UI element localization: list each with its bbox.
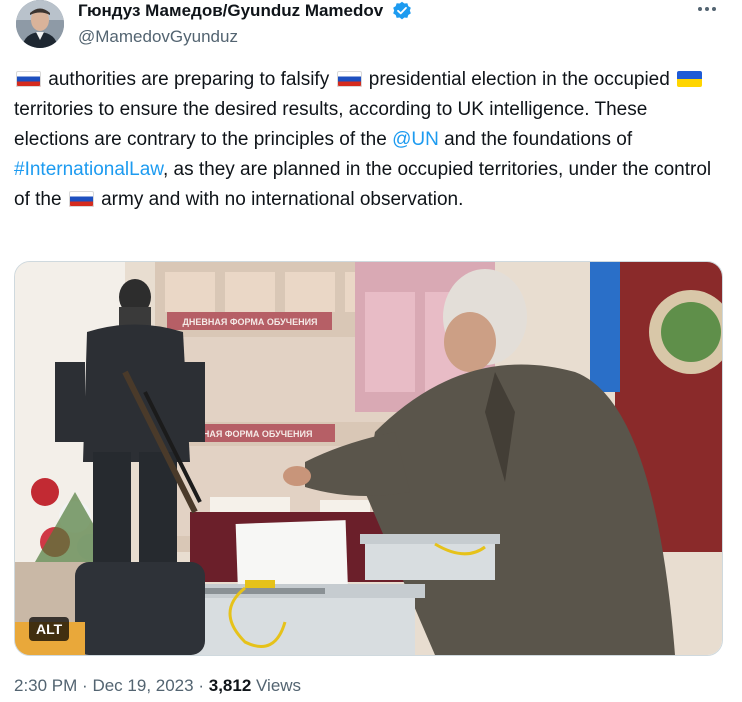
more-horizontal-icon[interactable]	[692, 0, 722, 24]
tweet-text-segment: presidential election in the occupied	[363, 69, 676, 90]
sign-top-text: ДНЕВНАЯ ФОРМА ОБУЧЕНИЯ	[182, 317, 317, 327]
tweet-meta: 2:30 PM · Dec 19, 2023 · 3,812 Views	[14, 676, 301, 696]
avatar[interactable]	[16, 0, 64, 48]
meta-separator-2: ·	[198, 676, 204, 695]
meta-separator: ·	[82, 676, 88, 695]
tweet-time[interactable]: 2:30 PM	[14, 676, 77, 695]
russia-flag-icon	[68, 191, 94, 207]
tweet-date[interactable]: Dec 19, 2023	[92, 676, 193, 695]
russia-flag-icon	[336, 71, 362, 87]
russia-flag-icon	[16, 71, 41, 87]
ukraine-flag-icon	[677, 71, 703, 87]
tweet-text-segment: army and with no international observati…	[95, 189, 464, 210]
tweet-text: authorities are preparing to falsify pre…	[14, 65, 714, 215]
views-count[interactable]: 3,812	[209, 676, 252, 695]
tweet-text-segment: and the foundations of	[438, 129, 633, 150]
sign-bottom-text: ОЧНАЯ ФОРМА ОБУЧЕНИЯ	[190, 429, 313, 439]
tweet-header: Гюндуз Мамедов/Gyunduz Mamedov @MamedovG…	[14, 0, 728, 56]
mention-link[interactable]: @UN	[392, 129, 439, 150]
verified-badge-icon[interactable]	[392, 1, 412, 21]
author-handle[interactable]: @MamedovGyunduz	[78, 26, 412, 48]
views-label[interactable]: Views	[256, 676, 301, 695]
author-display-name[interactable]: Гюндуз Мамедов/Gyunduz Mamedov	[78, 0, 383, 22]
tweet-photo[interactable]: ДНЕВНАЯ ФОРМА ОБУЧЕНИЯ ОЧНАЯ ФОРМА ОБУЧЕ…	[14, 261, 723, 656]
alt-text-badge[interactable]: ALT	[29, 617, 70, 641]
hashtag-link[interactable]: #InternationalLaw	[14, 159, 163, 180]
photo-scene: ДНЕВНАЯ ФОРМА ОБУЧЕНИЯ ОЧНАЯ ФОРМА ОБУЧЕ…	[15, 262, 722, 655]
tweet-text-segment: authorities are preparing to falsify	[43, 69, 335, 90]
